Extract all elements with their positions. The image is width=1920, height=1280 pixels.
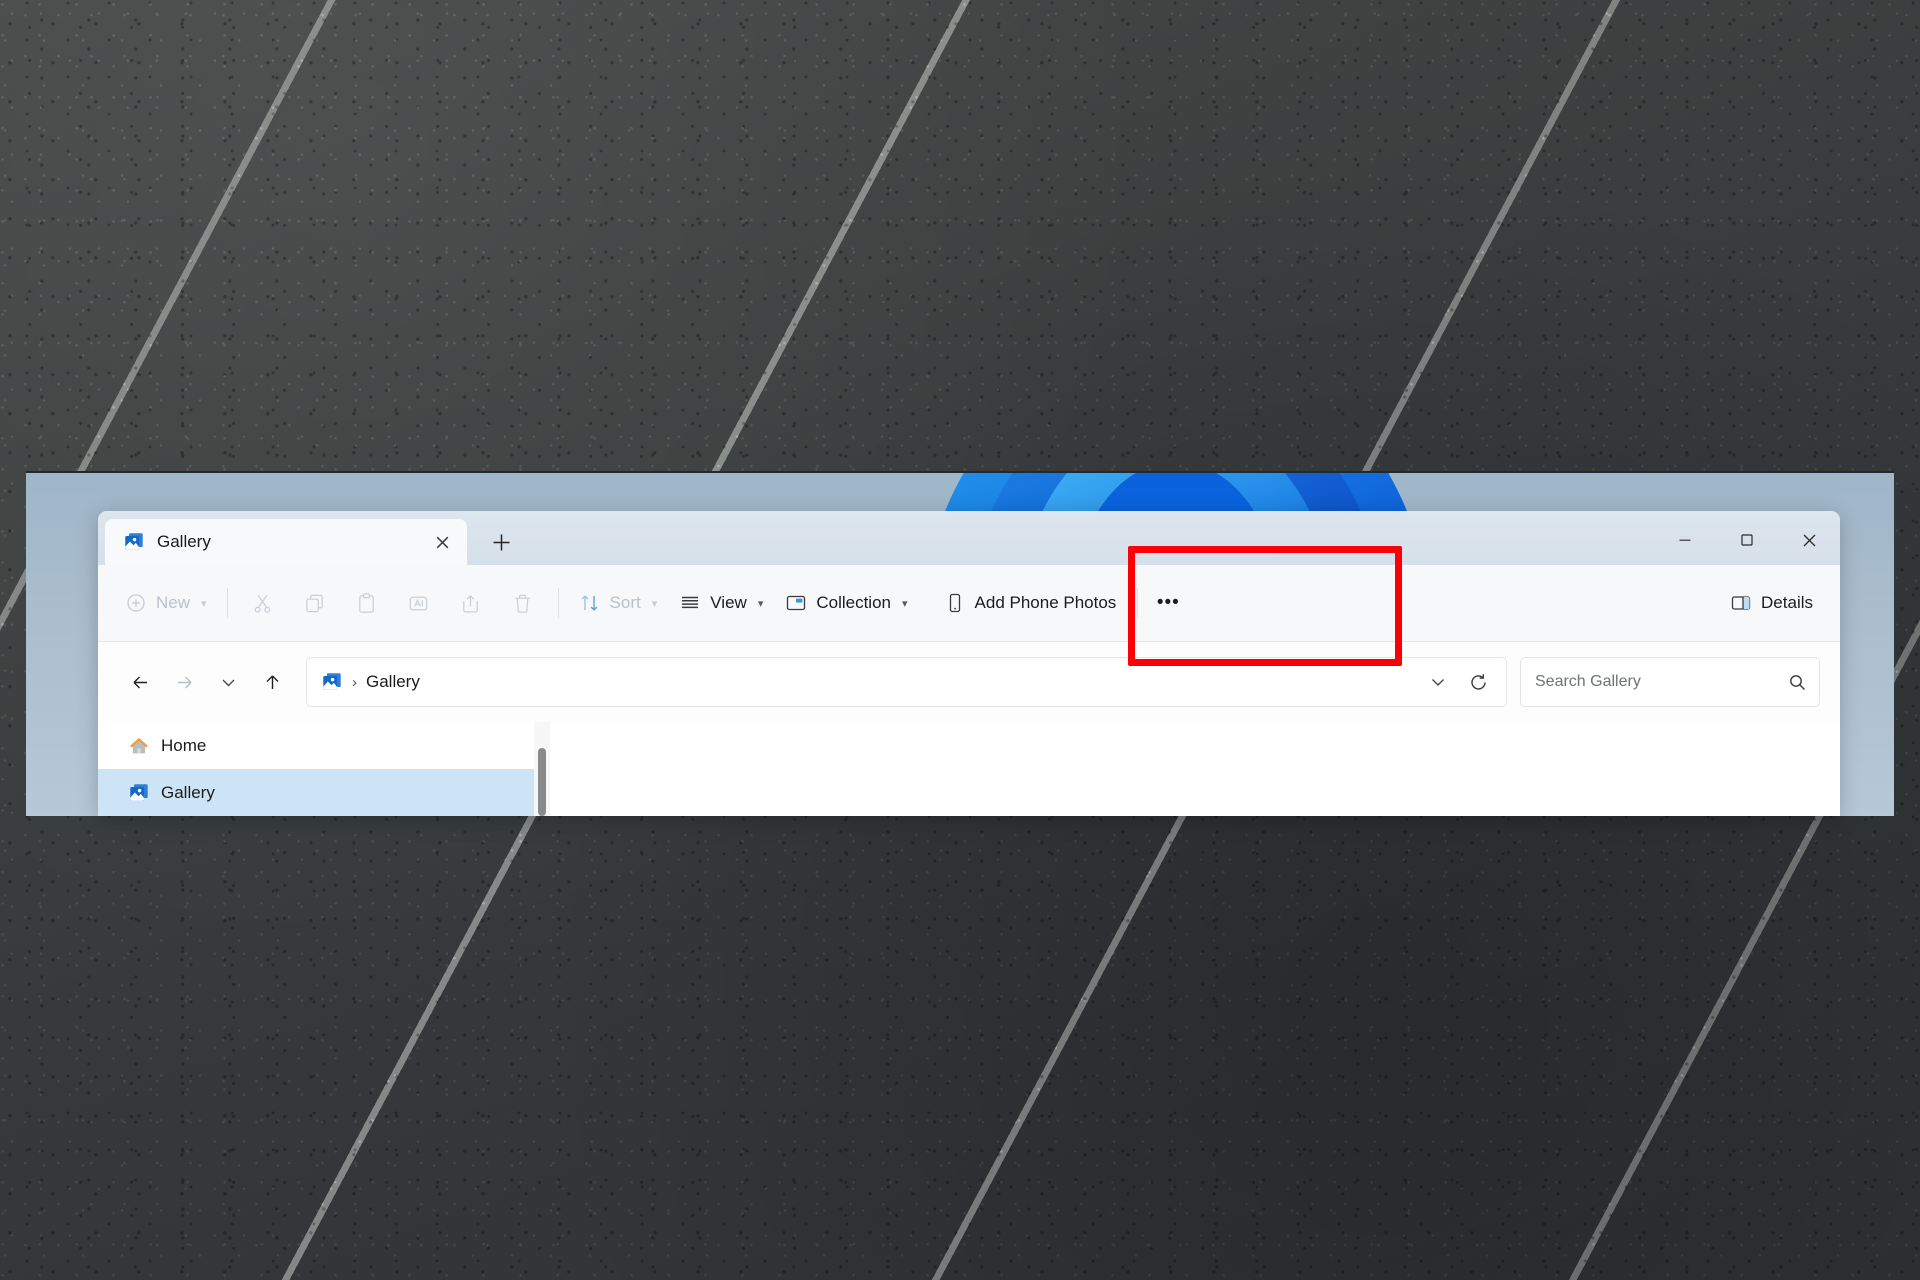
content-area: Home Gallery	[98, 722, 1840, 816]
add-phone-photos-button[interactable]: Add Phone Photos	[933, 579, 1128, 627]
chevron-down-icon: ▾	[757, 597, 764, 610]
address-bar-row: › Gallery	[98, 642, 1840, 722]
share-button[interactable]	[445, 579, 497, 627]
arrow-up-icon	[266, 675, 278, 689]
navigation-pane: Home Gallery	[98, 722, 550, 816]
delete-button[interactable]	[497, 579, 549, 627]
view-lines-icon	[682, 596, 699, 609]
address-bar[interactable]: › Gallery	[306, 657, 1507, 707]
gallery-icon	[125, 533, 143, 550]
refresh-button[interactable]	[1458, 662, 1498, 702]
paste-button[interactable]	[341, 579, 393, 627]
share-icon	[463, 594, 478, 613]
command-bar: New ▾ Sort ▾ View ▾ Collection ▾ Add Pho…	[98, 565, 1840, 642]
rename-icon	[409, 596, 428, 610]
scissors-icon	[254, 594, 271, 613]
recent-locations-button[interactable]	[206, 660, 250, 704]
paste-icon	[359, 592, 374, 613]
minimize-button[interactable]	[1654, 515, 1716, 565]
sidebar-item-label: Home	[161, 735, 207, 755]
view-label: View	[710, 593, 747, 612]
details-label: Details	[1761, 593, 1813, 612]
copy-button[interactable]	[289, 579, 341, 627]
details-pane-icon	[1731, 596, 1751, 610]
tab-label: Gallery	[157, 532, 211, 551]
arrow-left-icon	[133, 676, 147, 688]
back-button[interactable]	[118, 660, 162, 704]
forward-button[interactable]	[162, 660, 206, 704]
close-icon	[1803, 534, 1815, 546]
plus-icon	[493, 534, 509, 550]
address-dropdown-button[interactable]	[1418, 662, 1458, 702]
breadcrumb-separator: ›	[352, 673, 357, 691]
up-button[interactable]	[250, 660, 294, 704]
gallery-icon	[323, 673, 341, 690]
copy-icon	[306, 594, 323, 612]
new-label: New	[156, 593, 191, 612]
breadcrumb-gallery[interactable]: Gallery	[366, 672, 420, 692]
sidebar-item-gallery[interactable]: Gallery	[98, 769, 550, 816]
chevron-down-icon: ▾	[201, 597, 207, 610]
overflow-menu-button[interactable]: •••	[1142, 579, 1194, 627]
collection-button[interactable]: Collection ▾	[774, 579, 918, 627]
home-icon	[130, 737, 148, 753]
rename-button[interactable]	[393, 579, 445, 627]
chevron-down-icon: ▾	[902, 597, 908, 610]
search-box[interactable]	[1520, 657, 1820, 707]
toolbar-separator	[226, 588, 228, 618]
trash-icon	[515, 594, 530, 613]
sort-button[interactable]: Sort ▾	[568, 579, 669, 627]
phone-icon	[949, 593, 960, 613]
new-tab-button[interactable]	[481, 522, 521, 562]
search-input[interactable]	[1535, 673, 1788, 691]
toolbar-separator-2	[557, 588, 559, 618]
new-button[interactable]: New ▾	[114, 579, 218, 627]
maximize-button[interactable]	[1716, 515, 1778, 565]
view-button[interactable]: View ▾	[668, 579, 774, 627]
add-phone-photos-label: Add Phone Photos	[974, 593, 1117, 612]
arrow-right-icon	[177, 676, 191, 688]
toolbar-separator-3	[1137, 588, 1139, 618]
ellipsis-icon: •••	[1156, 592, 1180, 613]
maximize-icon	[1741, 534, 1753, 546]
sidebar-item-label: Gallery	[161, 782, 215, 802]
chevron-down-icon: ▾	[651, 597, 658, 610]
search-icon	[1790, 674, 1805, 690]
file-list-pane[interactable]	[550, 722, 1840, 816]
cut-button[interactable]	[237, 579, 289, 627]
sort-label: Sort	[609, 593, 641, 612]
chevron-down-icon	[1432, 679, 1444, 686]
chevron-down-icon	[222, 679, 234, 686]
tab-close-icon[interactable]	[427, 527, 457, 557]
file-explorer-window: Gallery New ▾ Sort ▾ View ▾ Collection ▾…	[98, 511, 1840, 816]
gallery-icon	[130, 783, 148, 801]
window-controls	[1654, 515, 1840, 565]
collection-icon	[787, 595, 806, 611]
collection-label: Collection	[816, 593, 891, 612]
title-bar: Gallery	[98, 511, 1840, 565]
refresh-icon	[1470, 673, 1486, 690]
new-plus-circle-icon	[127, 594, 145, 612]
sidebar-item-home[interactable]: Home	[98, 722, 550, 769]
tab-gallery[interactable]: Gallery	[105, 519, 467, 565]
sidebar-scrollbar[interactable]	[534, 722, 550, 816]
minimize-icon	[1679, 539, 1691, 541]
details-button[interactable]: Details	[1719, 579, 1824, 627]
close-button[interactable]	[1778, 515, 1840, 565]
sidebar-scrollbar-thumb[interactable]	[538, 748, 546, 816]
sort-icon	[581, 595, 597, 611]
